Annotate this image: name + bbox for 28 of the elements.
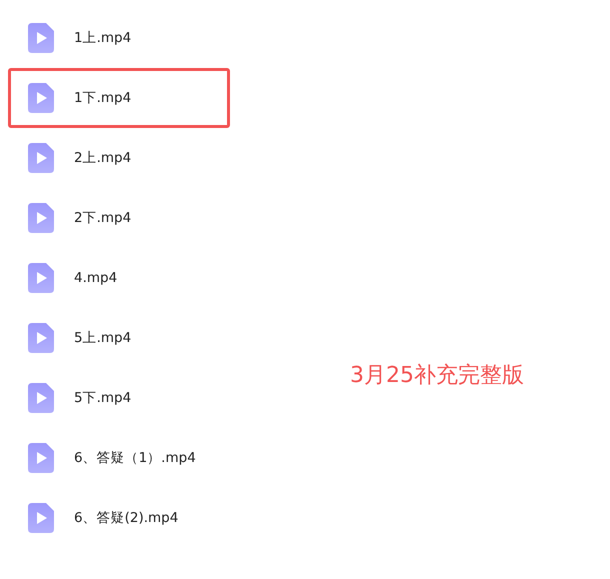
file-name: 5下.mp4 — [74, 389, 132, 407]
highlighted-file-row[interactable]: 1下.mp4 — [8, 68, 230, 128]
file-name: 6、答疑(2).mp4 — [74, 509, 178, 527]
file-name: 2上.mp4 — [74, 149, 132, 167]
video-file-icon — [28, 503, 54, 533]
video-file-icon — [28, 203, 54, 233]
file-name: 1上.mp4 — [74, 29, 132, 47]
file-row[interactable]: 6、答疑（1）.mp4 — [8, 428, 230, 488]
file-row[interactable]: 2上.mp4 — [8, 128, 230, 188]
file-row[interactable]: 2下.mp4 — [8, 188, 230, 248]
file-name: 1下.mp4 — [74, 89, 132, 107]
video-file-icon — [28, 323, 54, 353]
file-name: 6、答疑（1）.mp4 — [74, 449, 196, 467]
video-file-icon — [28, 23, 54, 53]
file-name: 5上.mp4 — [74, 329, 132, 347]
file-name: 4.mp4 — [74, 270, 118, 286]
file-row[interactable]: 5上.mp4 — [8, 308, 230, 368]
video-file-icon — [28, 263, 54, 293]
file-row[interactable]: 6、答疑(2).mp4 — [8, 488, 230, 548]
video-file-icon — [28, 383, 54, 413]
video-file-icon — [28, 443, 54, 473]
file-row[interactable]: 1上.mp4 — [8, 8, 230, 68]
file-row[interactable]: 5下.mp4 — [8, 368, 230, 428]
annotation-text: 3月25补充完整版 — [350, 362, 525, 390]
video-file-icon — [28, 143, 54, 173]
file-row[interactable]: 4.mp4 — [8, 248, 230, 308]
video-file-icon — [28, 83, 54, 113]
file-name: 2下.mp4 — [74, 209, 132, 227]
